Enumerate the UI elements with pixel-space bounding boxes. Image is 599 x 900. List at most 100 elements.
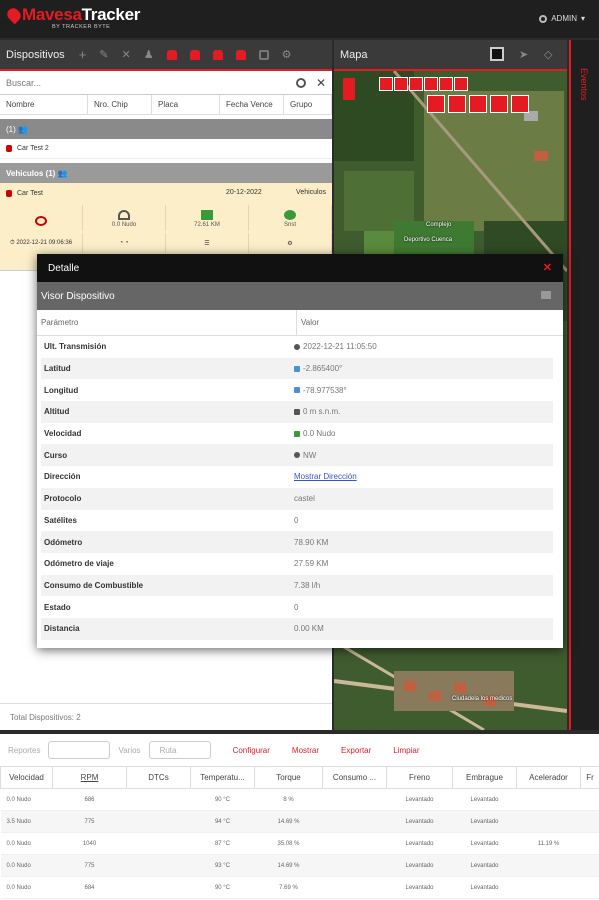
table-row[interactable]: 3.5 Nudo 775 94 °C 14.69 % Levantado Levantad… bbox=[0, 810, 599, 833]
reports-table: Velocidad RPM DTCs Temperatu... Torque Consum… bbox=[0, 766, 599, 899]
tile-recycle[interactable]: Snst bbox=[249, 205, 332, 231]
reports-column[interactable]: Freno bbox=[386, 766, 453, 789]
app-logo[interactable]: MavesaTracker BY TRACKER BYTE bbox=[4, 4, 176, 34]
device-row[interactable]: Car Test 2 bbox=[0, 139, 332, 159]
zoom-control[interactable] bbox=[343, 78, 355, 100]
table-cell: 87 °C bbox=[190, 832, 255, 855]
close-icon[interactable]: ✕ bbox=[543, 261, 552, 274]
tile-datetime[interactable]: ⏱ 2022-12-21 09:06:36 bbox=[0, 233, 83, 253]
table-cell: Levantado bbox=[386, 854, 453, 877]
ruler-tool-icon[interactable] bbox=[394, 77, 408, 91]
table-cell bbox=[580, 876, 599, 899]
alert-button-2[interactable] bbox=[448, 95, 466, 113]
column-chip[interactable]: Nro. Chip bbox=[88, 95, 152, 114]
detail-subtitle: Visor Dispositivo bbox=[41, 290, 115, 302]
detail-param: Satélites bbox=[44, 515, 77, 525]
group-header-vehiculos[interactable]: Vehiculos (1) 👥 bbox=[0, 163, 332, 183]
group-header[interactable]: (1) 👥 bbox=[0, 119, 332, 139]
delete-icon[interactable]: ✕ bbox=[122, 48, 131, 61]
panel-icon[interactable] bbox=[541, 291, 551, 299]
location-arrow-icon bbox=[294, 387, 300, 394]
detail-row: Estado 0 bbox=[41, 596, 553, 618]
reports-column[interactable]: Torque bbox=[254, 766, 323, 789]
home-tool-icon[interactable] bbox=[379, 77, 393, 91]
reports-column[interactable]: Consumo ... bbox=[322, 766, 387, 789]
detail-row: Dirección Mostrar Dirección bbox=[41, 466, 553, 488]
tile-status[interactable] bbox=[0, 205, 83, 231]
user-menu[interactable]: ADMIN ▾ bbox=[539, 14, 585, 23]
gauge-icon: ◔ ◔ bbox=[119, 240, 129, 246]
detail-param: Distancia bbox=[44, 624, 80, 634]
alert-button-5[interactable] bbox=[511, 95, 529, 113]
detail-value[interactable]: Mostrar Dirección bbox=[294, 472, 357, 481]
table-cell: Levantado bbox=[452, 876, 517, 899]
detail-value-text: -2.865400° bbox=[303, 364, 343, 374]
edit-icon[interactable]: ✎ bbox=[99, 48, 108, 61]
detail-row: Distancia 0.00 KM bbox=[41, 617, 553, 640]
ruta-select-value: Ruta bbox=[159, 745, 177, 755]
add-icon[interactable]: + bbox=[79, 47, 87, 62]
exportar-button[interactable]: Exportar bbox=[341, 746, 371, 755]
detail-value: 2022-12-21 11:05:50 bbox=[294, 342, 377, 351]
column-nombre[interactable]: Nombre bbox=[0, 95, 88, 114]
table-row[interactable]: 0.0 Nudo 775 93 °C 14.69 % Levantado Levantad… bbox=[0, 854, 599, 877]
table-row[interactable]: 0.0 Nudo 686 90 °C 8 % Levantado Levantado bbox=[0, 788, 599, 811]
detail-param: Estado bbox=[44, 602, 71, 612]
column-placa[interactable]: Placa bbox=[152, 95, 220, 114]
table-cell: 93 °C bbox=[190, 854, 255, 877]
detail-value-text: 0 m s.n.m. bbox=[303, 407, 341, 417]
tile-gauges[interactable]: ◔ ◔ bbox=[83, 233, 166, 253]
column-fecha[interactable]: Fecha Vence bbox=[220, 95, 284, 114]
mostrar-button[interactable]: Mostrar bbox=[292, 746, 319, 755]
settings-icon[interactable]: ⚙ bbox=[282, 48, 292, 61]
tile-list[interactable]: ☰ bbox=[166, 233, 249, 253]
diamond-icon[interactable]: ◇ bbox=[544, 48, 552, 61]
search-icon[interactable] bbox=[295, 77, 306, 88]
map-alert-buttons bbox=[427, 95, 529, 113]
table-row[interactable]: 0.0 Nudo 1040 87 °C 35.08 % Levantado Levanta… bbox=[0, 832, 599, 855]
tile-speed[interactable]: 0.0 Nudo bbox=[83, 205, 166, 231]
table-cell: 35.08 % bbox=[254, 832, 323, 855]
tile-odometer-value: 72.61 KM bbox=[194, 222, 220, 228]
table-cell bbox=[126, 832, 191, 855]
document-icon[interactable] bbox=[258, 49, 269, 60]
detail-param: Velocidad bbox=[44, 429, 82, 439]
tile-odometer[interactable]: 72.61 KM bbox=[166, 205, 249, 231]
reports-column[interactable]: Fr bbox=[580, 766, 599, 789]
reportes-select[interactable] bbox=[48, 741, 111, 759]
book-tool-icon[interactable] bbox=[424, 77, 438, 91]
alert-button-1[interactable] bbox=[427, 95, 445, 113]
car-alert-icon[interactable] bbox=[189, 49, 200, 60]
alert-button-3[interactable] bbox=[469, 95, 487, 113]
tile-settings[interactable]: ⚙ bbox=[249, 233, 332, 253]
navigate-icon[interactable]: ➤ bbox=[519, 48, 528, 61]
minus-tool-icon[interactable] bbox=[439, 77, 453, 91]
unlock-icon[interactable] bbox=[235, 49, 246, 60]
user-icon[interactable]: ♟ bbox=[144, 48, 154, 61]
reports-column[interactable]: Velocidad bbox=[0, 766, 53, 789]
configurar-button[interactable]: Configurar bbox=[233, 746, 270, 755]
reports-column[interactable]: Temperatu... bbox=[190, 766, 255, 789]
column-grupo[interactable]: Grupo bbox=[284, 95, 332, 114]
lock-icon[interactable] bbox=[212, 49, 223, 60]
clock-tool-icon[interactable] bbox=[454, 77, 468, 91]
table-cell: Levantado bbox=[452, 832, 517, 855]
reports-column[interactable]: RPM bbox=[52, 766, 127, 789]
table-row[interactable]: 0.0 Nudo 684 90 °C 7.69 % Levantado Levantado bbox=[0, 876, 599, 899]
close-icon[interactable]: ✕ bbox=[316, 76, 326, 90]
reports-column[interactable]: Embrague bbox=[452, 766, 517, 789]
table-cell bbox=[126, 876, 191, 899]
car-icon[interactable] bbox=[166, 49, 177, 60]
tile-speed-value: 0.0 Nudo bbox=[111, 222, 137, 228]
reports-column[interactable]: Acelerador bbox=[516, 766, 581, 789]
alert-button-4[interactable] bbox=[490, 95, 508, 113]
device-name: Car Test bbox=[17, 189, 43, 197]
ruta-select[interactable]: Ruta bbox=[148, 741, 211, 759]
search-input[interactable] bbox=[6, 77, 296, 88]
qr-icon[interactable] bbox=[490, 47, 504, 61]
show-address-link[interactable]: Mostrar Dirección bbox=[294, 472, 357, 481]
events-tab[interactable]: Eventos bbox=[569, 40, 599, 730]
reports-column[interactable]: DTCs bbox=[126, 766, 191, 789]
search-tool-icon[interactable] bbox=[409, 77, 423, 91]
limpiar-button[interactable]: Limpiar bbox=[393, 746, 419, 755]
